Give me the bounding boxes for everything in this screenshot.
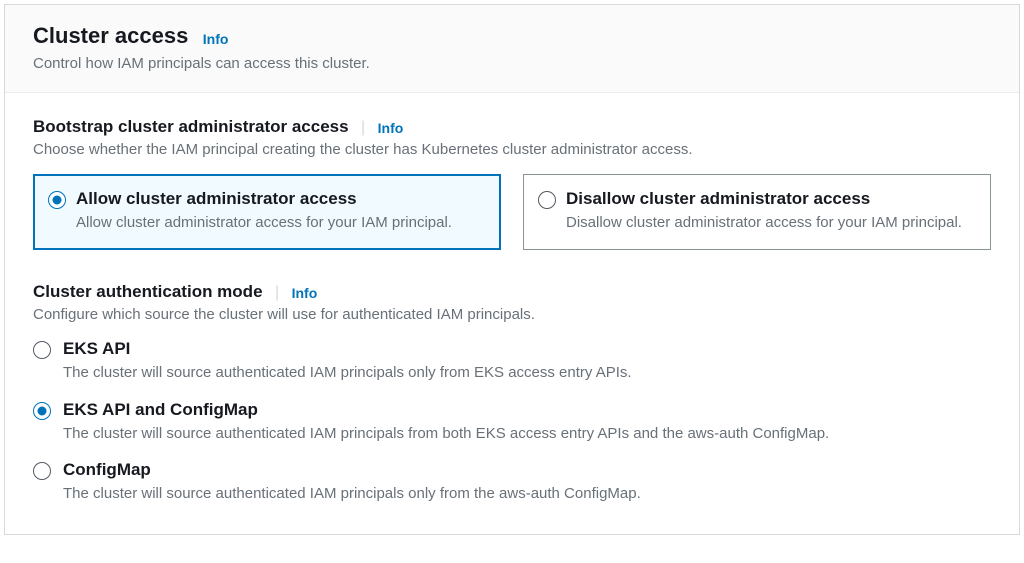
bootstrap-section-title: Bootstrap cluster administrator access [33,117,349,137]
panel-description: Control how IAM principals can access th… [33,55,991,72]
allow-admin-tile[interactable]: Allow cluster administrator access Allow… [33,174,501,250]
option-desc: The cluster will source authenticated IA… [63,363,632,383]
radio-icon [33,402,51,420]
authmode-section: Cluster authentication mode | Info Confi… [33,282,991,504]
allow-admin-title: Allow cluster administrator access [76,189,452,209]
authmode-option-eks-api-configmap[interactable]: EKS API and ConfigMap The cluster will s… [33,400,991,444]
bootstrap-info-link[interactable]: Info [378,120,404,136]
disallow-admin-tile[interactable]: Disallow cluster administrator access Di… [523,174,991,250]
authmode-option-configmap[interactable]: ConfigMap The cluster will source authen… [33,460,991,504]
authmode-section-title: Cluster authentication mode [33,282,263,302]
option-title: ConfigMap [63,460,641,480]
bootstrap-section: Bootstrap cluster administrator access |… [33,117,991,250]
authmode-info-link[interactable]: Info [292,285,318,301]
bootstrap-section-desc: Choose whether the IAM principal creatin… [33,141,991,158]
disallow-admin-title: Disallow cluster administrator access [566,189,962,209]
radio-icon [538,191,556,209]
panel-header: Cluster access Info Control how IAM prin… [5,5,1019,93]
radio-icon [48,191,66,209]
radio-icon [33,341,51,359]
option-desc: The cluster will source authenticated IA… [63,424,829,444]
authmode-option-eks-api[interactable]: EKS API The cluster will source authenti… [33,339,991,383]
panel-title: Cluster access [33,23,188,48]
cluster-access-panel: Cluster access Info Control how IAM prin… [4,4,1020,535]
radio-icon [33,462,51,480]
allow-admin-desc: Allow cluster administrator access for y… [76,213,452,233]
panel-body: Bootstrap cluster administrator access |… [5,93,1019,534]
divider: | [361,119,365,136]
bootstrap-tiles: Allow cluster administrator access Allow… [33,174,991,250]
disallow-admin-desc: Disallow cluster administrator access fo… [566,213,962,233]
cluster-access-info-link[interactable]: Info [203,31,229,47]
option-desc: The cluster will source authenticated IA… [63,484,641,504]
option-title: EKS API [63,339,632,359]
authmode-radio-list: EKS API The cluster will source authenti… [33,339,991,504]
authmode-section-desc: Configure which source the cluster will … [33,306,991,323]
divider: | [275,284,279,301]
option-title: EKS API and ConfigMap [63,400,829,420]
